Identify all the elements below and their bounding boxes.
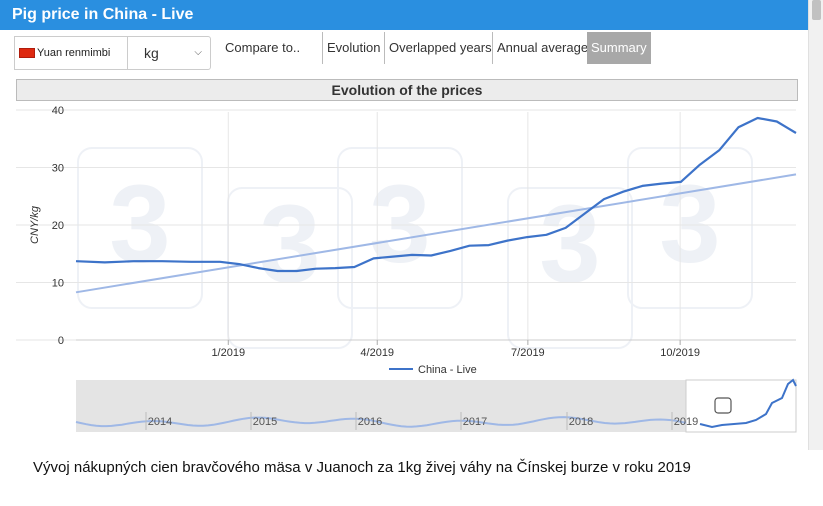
y-tick-label: 30 <box>52 163 64 175</box>
x-tick-label: 7/2019 <box>511 347 545 359</box>
y-tick-label: 0 <box>58 335 64 347</box>
x-tick-label: 10/2019 <box>660 347 700 359</box>
y-tick-label: 20 <box>52 220 64 232</box>
price-chart: 33333 010203040 1/2019 4/2019 7/2019 10/201… <box>16 105 797 433</box>
range-navigator[interactable]: 2014 2015 2016 2017 2018 2019 <box>75 378 797 433</box>
y-tick-label: 10 <box>52 278 64 290</box>
navigator-year-label: 2016 <box>358 416 382 428</box>
navigator-handle[interactable] <box>714 397 732 414</box>
x-axis: 1/2019 4/2019 7/2019 10/2019 <box>76 339 796 359</box>
figure-caption: Vývoj nákupných cien bravčového mäsa v J… <box>33 459 691 476</box>
y-tick-label: 40 <box>52 105 64 117</box>
watermark-glyph: 3 <box>539 183 600 306</box>
legend[interactable]: China - Live <box>389 364 477 376</box>
navigator-year-label: 2018 <box>569 416 593 428</box>
y-axis: 0 10 20 30 40 <box>52 105 64 347</box>
x-tick-label: 1/2019 <box>211 347 245 359</box>
legend-label: China - Live <box>418 364 477 376</box>
chart-grid <box>16 109 796 341</box>
navigator-year-label: 2014 <box>148 416 172 428</box>
navigator-year-label: 2019 <box>674 416 698 428</box>
y-axis-label: CNY/kg <box>29 205 41 244</box>
navigator-year-label: 2015 <box>253 416 277 428</box>
watermark-layer: 33333 <box>77 147 753 349</box>
watermark-glyph: 3 <box>259 183 320 306</box>
x-tick-label: 4/2019 <box>360 347 394 359</box>
navigator-year-label: 2017 <box>463 416 487 428</box>
